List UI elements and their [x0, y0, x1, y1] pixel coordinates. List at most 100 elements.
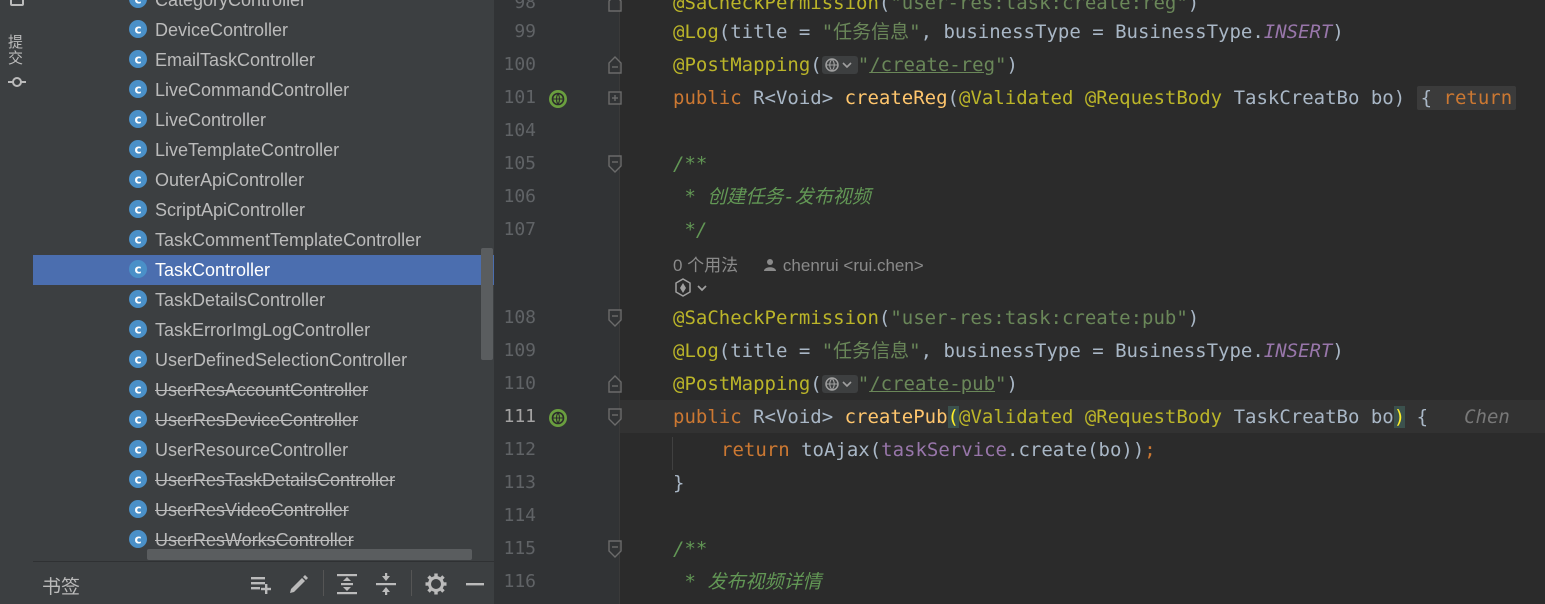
tree-item-label: TaskController	[155, 260, 271, 280]
tree-item-label: UserResVideoController	[155, 500, 349, 520]
horizontal-scrollbar[interactable]	[147, 549, 472, 560]
ai-assistant-icon[interactable]	[673, 278, 713, 298]
tree-item[interactable]: c LiveTemplateController	[33, 135, 494, 165]
code-line-113[interactable]: 113 }	[494, 466, 1545, 499]
class-icon: c	[129, 410, 147, 428]
tree-item-label: CategoryController	[155, 0, 307, 10]
tree-item[interactable]: c UserResAccountController	[33, 375, 494, 405]
svg-text:c: c	[134, 503, 141, 517]
fold-end-icon[interactable]	[608, 309, 622, 327]
code-line-112[interactable]: 112 return toAjax(taskService.create(bo)…	[494, 433, 1545, 466]
web-endpoint-icon[interactable]	[821, 374, 858, 394]
code-line-101[interactable]: 101 public R<Void> createReg(@Validated …	[494, 81, 1545, 114]
svg-text:c: c	[134, 323, 141, 337]
tree-item[interactable]: c LiveController	[33, 105, 494, 135]
fold-end-icon[interactable]	[608, 375, 622, 393]
usages-hint[interactable]: 0 个用法	[673, 256, 738, 275]
tree-item[interactable]: c TaskErrorImgLogController	[33, 315, 494, 345]
fold-start-icon[interactable]	[608, 408, 622, 426]
tree-item[interactable]: c UserDefinedSelectionController	[33, 345, 494, 375]
tree-item[interactable]: c UserResDeviceController	[33, 405, 494, 435]
code-line-105[interactable]: 105 /**	[494, 147, 1545, 180]
fold-end-icon[interactable]	[608, 56, 622, 74]
settings-gear-icon[interactable]	[424, 572, 448, 596]
fold-end-icon[interactable]	[608, 0, 622, 12]
tree-item-label: LiveTemplateController	[155, 140, 340, 160]
git-blame-hint[interactable]: Chen	[1464, 406, 1510, 428]
svg-text:c: c	[134, 23, 141, 37]
fold-start-icon[interactable]	[608, 540, 622, 558]
expand-all-icon[interactable]	[335, 572, 359, 596]
code-line-110[interactable]: 110 @PostMapping("/create-pub")	[494, 367, 1545, 400]
tree-item[interactable]: c UserResourceController	[33, 435, 494, 465]
svg-text:c: c	[134, 143, 141, 157]
class-icon: c	[129, 230, 147, 248]
code-line-104[interactable]: 104	[494, 114, 1545, 147]
web-endpoint-icon[interactable]	[821, 55, 858, 75]
svg-text:c: c	[134, 263, 141, 277]
user-icon	[763, 259, 776, 271]
tree-item-label: ScriptApiController	[155, 200, 306, 220]
code-line-108[interactable]: 108 @SaCheckPermission("user-res:task:cr…	[494, 301, 1545, 334]
folded-region[interactable]: { return	[1416, 86, 1517, 110]
commit-icon	[8, 77, 26, 87]
class-icon: c	[129, 350, 147, 368]
tree-item-label: OuterApiController	[155, 170, 305, 190]
add-list-icon[interactable]	[249, 572, 273, 596]
class-icon: c	[129, 530, 147, 548]
tree-item[interactable]: c TaskDetailsController	[33, 285, 494, 315]
class-icon: c	[129, 500, 147, 518]
svg-text:c: c	[134, 0, 141, 7]
code-line-99[interactable]: 99 @Log(title = "任务信息", businessType = B…	[494, 15, 1545, 48]
svg-text:c: c	[134, 113, 141, 127]
svg-text:c: c	[134, 353, 141, 367]
collapse-all-icon[interactable]	[374, 572, 398, 596]
code-line-107[interactable]: 107 */	[494, 213, 1545, 246]
class-icon: c	[129, 110, 147, 128]
class-icon: c	[129, 0, 147, 8]
fold-expand-icon[interactable]	[608, 89, 622, 107]
tree-item[interactable]: c EmailTaskController	[33, 45, 494, 75]
code-line-111[interactable]: 111 public R<Void> createPub(@Validated …	[494, 400, 1545, 433]
commit-tool-button[interactable]: 提交	[6, 34, 26, 66]
spring-bean-icon[interactable]	[547, 407, 569, 429]
author-hint[interactable]: chenrui <rui.chen>	[763, 256, 924, 275]
code-line-115[interactable]: 115 /**	[494, 532, 1545, 565]
class-icon: c	[129, 470, 147, 488]
hide-minus-icon[interactable]	[463, 572, 487, 596]
code-line-116[interactable]: 116 * 发布视频详情	[494, 565, 1545, 598]
code-line-100[interactable]: 100 @PostMapping("/create-reg")	[494, 48, 1545, 81]
tree-item-label: DeviceController	[155, 20, 289, 40]
svg-text:c: c	[134, 233, 141, 247]
tree-item[interactable]: c DeviceController	[33, 15, 494, 45]
tree-item-label: UserResAccountController	[155, 380, 369, 400]
structure-tool-icon[interactable]	[10, 0, 24, 6]
tree-item-label: TaskDetailsController	[155, 290, 326, 310]
svg-text:c: c	[134, 383, 141, 397]
edit-pencil-icon[interactable]	[287, 572, 311, 596]
code-vision-hints: 0 个用法 chenrui <rui.chen>	[673, 251, 924, 276]
tree-item[interactable]: c LiveCommandController	[33, 75, 494, 105]
tree-item[interactable]: c CategoryController	[33, 0, 494, 15]
code-editor[interactable]: 98 @SaCheckPermission("user-res:task:cre…	[494, 0, 1545, 604]
tree-item[interactable]: c TaskCommentTemplateController	[33, 225, 494, 255]
svg-text:c: c	[134, 533, 141, 547]
tree-item[interactable]: c OuterApiController	[33, 165, 494, 195]
spring-bean-icon[interactable]	[547, 88, 569, 110]
code-line-106[interactable]: 106 * 创建任务-发布视频	[494, 180, 1545, 213]
code-line-114[interactable]: 114	[494, 499, 1545, 532]
bookmarks-title: 书签	[42, 576, 81, 598]
svg-text:c: c	[134, 413, 141, 427]
tree-item[interactable]: c UserResTaskDetailsController	[33, 465, 494, 495]
tree-item-label: UserResourceController	[155, 440, 349, 460]
fold-start-icon[interactable]	[608, 155, 622, 173]
class-icon: c	[129, 140, 147, 158]
tree-item[interactable]: c ScriptApiController	[33, 195, 494, 225]
vertical-scrollbar[interactable]	[481, 248, 493, 360]
tree-item-selected[interactable]: c TaskController	[33, 255, 494, 285]
code-line-109[interactable]: 109 @Log(title = "任务信息", businessType = …	[494, 334, 1545, 367]
class-icon: c	[129, 50, 147, 68]
tree-item[interactable]: c UserResVideoController	[33, 495, 494, 525]
tree-item-label: TaskErrorImgLogController	[155, 320, 371, 340]
class-icon: c	[129, 170, 147, 188]
